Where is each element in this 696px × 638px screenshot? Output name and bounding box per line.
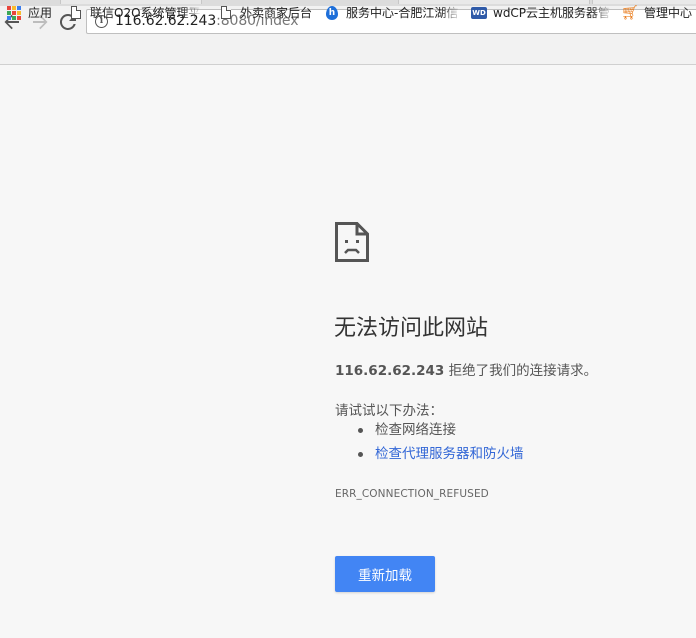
- suggestion-item: 检查代理服务器和防火墙: [357, 446, 524, 470]
- error-host: 116.62.62.243: [335, 363, 445, 379]
- page-icon: [218, 5, 234, 21]
- bookmark-label: 联信O2O系统管理平: [90, 6, 201, 20]
- wdcp-icon: WD: [471, 6, 487, 19]
- proxy-firewall-link[interactable]: 检查代理服务器和防火墙: [375, 446, 524, 462]
- bookmark-item[interactable]: 外卖商家后台: [218, 3, 313, 22]
- reload-page-button[interactable]: 重新加载: [335, 556, 435, 592]
- bookmark-item[interactable]: 联信O2O系统管理平: [68, 3, 202, 22]
- bookmark-item[interactable]: WD wdCP云主机服务器管: [471, 3, 613, 22]
- apps-grid-icon: [6, 5, 22, 21]
- bookmark-item[interactable]: h 服务中心-合肥江湖信: [324, 3, 462, 22]
- bookmark-label: 管理中心: [644, 6, 693, 20]
- error-title: 无法访问此网站: [334, 316, 489, 341]
- bookmark-label: 应用: [28, 6, 53, 20]
- bookmarks-bar: [0, 39, 696, 65]
- bookmark-label: wdCP云主机服务器管: [493, 6, 611, 20]
- error-message: 拒绝了我们的连接请求。: [444, 363, 598, 379]
- bookmark-label: 外卖商家后台: [240, 6, 313, 20]
- error-code: ERR_CONNECTION_REFUSED: [335, 488, 489, 500]
- bookmark-label: 服务中心-合肥江湖信: [346, 6, 459, 20]
- blue-drop-icon: h: [324, 5, 340, 21]
- suggestion-item: 检查网络连接: [357, 422, 524, 446]
- suggestions-heading: 请试试以下办法：: [335, 403, 443, 419]
- cart-icon: 🛒︎: [622, 4, 639, 21]
- page-icon: [68, 5, 84, 21]
- error-description: 116.62.62.243 拒绝了我们的连接请求。: [335, 359, 597, 379]
- bookmark-item[interactable]: 🛒︎ 管理中心: [622, 3, 696, 22]
- suggestions-list: 检查网络连接 检查代理服务器和防火墙: [357, 422, 524, 470]
- bookmark-apps[interactable]: 应用: [6, 3, 58, 22]
- sad-page-icon: [335, 222, 369, 262]
